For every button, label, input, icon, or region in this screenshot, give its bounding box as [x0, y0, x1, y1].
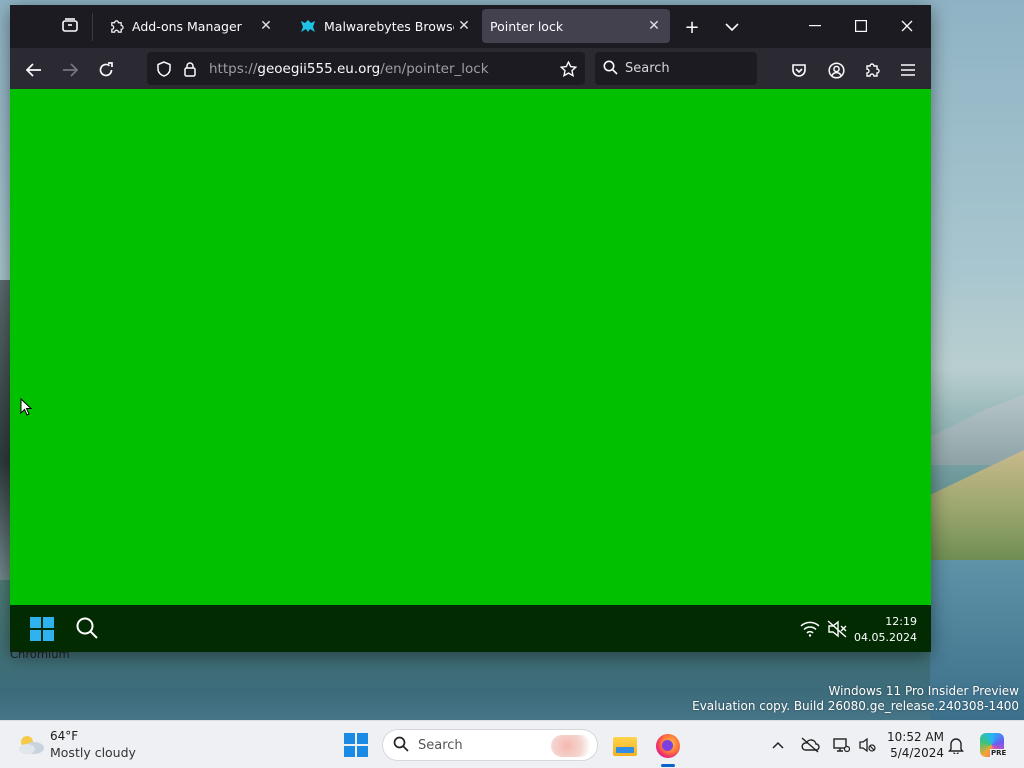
puzzle-icon [108, 18, 124, 34]
back-icon[interactable] [20, 56, 48, 84]
copilot-pre-badge: PRE [990, 749, 1008, 757]
firefox-icon [656, 734, 680, 758]
inner-date: 04.05.2024 [854, 631, 917, 644]
weather-description: Mostly cloudy [50, 745, 136, 760]
bookmark-star-icon[interactable] [559, 60, 577, 78]
new-tab-icon[interactable]: + [680, 15, 704, 39]
url-text[interactable]: https://geoegii555.eu.org/en/pointer_loc… [209, 61, 489, 77]
network-icon[interactable] [830, 735, 852, 755]
running-indicator [661, 764, 675, 767]
tab-malwarebytes[interactable]: Malwarebytes Browser Gu ✕ [288, 9, 480, 43]
taskbar-search[interactable]: Search [382, 729, 598, 761]
file-explorer-button[interactable] [608, 729, 642, 763]
onedrive-offline-icon[interactable] [799, 735, 821, 755]
list-all-tabs-icon[interactable] [720, 15, 744, 39]
tab-addons-manager[interactable]: Add-ons Manager ✕ [96, 9, 282, 43]
tab-bar: Add-ons Manager ✕ Malwarebytes Browser G… [10, 5, 931, 48]
maximize-icon[interactable] [846, 13, 876, 39]
browser-window: Add-ons Manager ✕ Malwarebytes Browser G… [10, 5, 931, 652]
inner-taskbar: 12:19 04.05.2024 [10, 605, 931, 652]
mouse-cursor-icon [20, 398, 32, 416]
inner-clock[interactable]: 12:19 04.05.2024 [854, 614, 917, 646]
tab-label: Malwarebytes Browser Gu [324, 18, 454, 34]
weather-temperature: 64°F [50, 729, 79, 743]
menu-icon[interactable] [894, 56, 922, 84]
folder-icon [613, 736, 637, 756]
account-icon[interactable] [822, 56, 850, 84]
wallpaper-mountain [930, 395, 1024, 465]
navigation-toolbar: https://geoegii555.eu.org/en/pointer_loc… [10, 48, 931, 89]
cloud-sun-icon [19, 736, 44, 754]
search-bar[interactable]: Search [595, 52, 757, 85]
windows-logo-icon[interactable] [30, 617, 54, 641]
search-placeholder: Search [625, 61, 670, 76]
url-prefix: https:// [209, 61, 258, 77]
taskbar-date: 5/4/2024 [890, 746, 944, 760]
notification-bell-icon[interactable] [945, 735, 967, 755]
malwarebytes-icon [300, 18, 316, 34]
windows-watermark: Windows 11 Pro Insider Preview Evaluatio… [692, 684, 1019, 714]
volume-muted-icon[interactable] [826, 619, 848, 639]
search-highlight-image [551, 735, 591, 757]
extensions-icon[interactable] [858, 56, 886, 84]
start-button[interactable] [344, 733, 368, 757]
reload-icon[interactable] [92, 56, 120, 84]
tab-pointer-lock[interactable]: Pointer lock ✕ [482, 9, 670, 43]
tab-label: Pointer lock [490, 18, 564, 34]
taskbar-clock[interactable]: 10:52 AM 5/4/2024 [880, 729, 944, 761]
forward-icon[interactable] [56, 56, 84, 84]
search-icon [603, 60, 618, 79]
minimize-icon[interactable] [800, 13, 830, 39]
tab-separator [92, 13, 93, 41]
url-path: /en/pointer_lock [380, 61, 489, 77]
search-icon [393, 736, 409, 756]
chevron-up-icon[interactable] [767, 735, 789, 755]
shield-icon[interactable] [155, 60, 173, 78]
url-host: geoegii555.eu.org [257, 61, 381, 77]
page-content-green[interactable] [10, 89, 931, 605]
wifi-icon[interactable] [799, 619, 821, 639]
desktop-icon-label[interactable]: Chromium [10, 647, 70, 661]
close-tab-icon[interactable]: ✕ [644, 16, 664, 36]
close-window-icon[interactable] [892, 13, 922, 39]
watermark-line-1: Windows 11 Pro Insider Preview [828, 684, 1019, 698]
taskbar-time: 10:52 AM [887, 730, 944, 744]
firefox-view-icon[interactable] [60, 15, 80, 35]
url-bar[interactable]: https://geoegii555.eu.org/en/pointer_loc… [147, 52, 585, 85]
search-placeholder: Search [418, 738, 463, 753]
volume-muted-icon[interactable] [856, 735, 878, 755]
windows-taskbar: 64°F Mostly cloudy Search 10:52 AM 5/4/2… [0, 720, 1024, 768]
close-tab-icon[interactable]: ✕ [454, 16, 474, 36]
close-tab-icon[interactable]: ✕ [256, 16, 276, 36]
firefox-taskbar-button[interactable] [651, 729, 685, 763]
watermark-line-2: Evaluation copy. Build 26080.ge_release.… [692, 699, 1019, 713]
tab-label: Add-ons Manager [132, 18, 242, 34]
wallpaper-rocks [0, 280, 10, 580]
search-icon[interactable] [74, 615, 100, 641]
pocket-icon[interactable] [785, 56, 813, 84]
inner-time: 12:19 [885, 615, 917, 628]
lock-icon[interactable] [181, 60, 199, 78]
